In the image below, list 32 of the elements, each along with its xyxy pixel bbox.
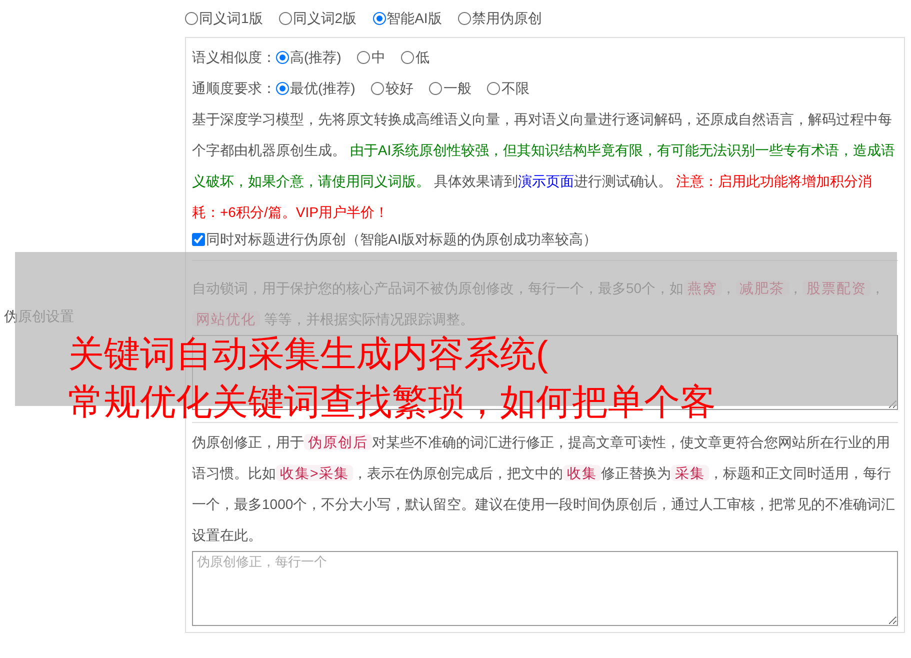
radio-button[interactable]	[372, 12, 386, 25]
radio-button[interactable]	[429, 82, 442, 95]
radio-button[interactable]	[357, 51, 370, 64]
banner-title-line: 常规优化关键词查找繁琐，如何把单个客	[68, 380, 716, 424]
radio-button[interactable]	[185, 12, 198, 25]
radio-button[interactable]	[276, 51, 289, 64]
option-label: 不限	[501, 79, 530, 98]
mode-option-label: 同义词1版	[199, 9, 263, 28]
checkbox-label: 同时对标题进行伪原创（智能AI版对标题的伪原创成功率较高）	[206, 230, 598, 248]
option-group-label: 语义相似度：	[192, 48, 276, 67]
radio-button[interactable]	[487, 82, 500, 95]
option-group-label: 通顺度要求：	[192, 79, 276, 98]
corrections-field[interactable]: 伪原创修正，每行一个	[192, 551, 898, 626]
radio-button[interactable]	[276, 82, 289, 95]
option-label: 一般	[443, 79, 472, 98]
ai-description: 基于深度学习模型，先将原文转换成高维语义向量，再对语义向量进行逐词解码，还原成自然语言，解码过程中每个字都由机器原创生成。 由于AI系统原创性较强，但其知识结构毕竟有限，有可能无法识别一些专有术语，造成语义破坏，如果介意，请使用同义词版。 具体效果请到演示页面进行测试确认。 注意：启用此功能将增加积分消耗：+6积分/篇。VIP用户半价！	[192, 110, 896, 222]
option-label: 中	[371, 48, 386, 67]
corrections-description: 伪原创修正，用于 伪原创后 对某些不准确的词汇进行修正，提高文章可读性，使文章更符合您网站所在行业的用语习惯。比如 收集>采集 ，表示在伪原创完成后，把文中的 收集 修正替换为 采集 ，标题和正文同时适用，每行一个，最多1000个，不分大小写，默认留空。建议在使用一段时间伪原创后，通过人工审核，把常见的不准确词汇设置在此。	[192, 433, 896, 545]
radio-button[interactable]	[278, 12, 292, 25]
mode-option-label: 智能AI版	[386, 9, 442, 28]
mode-option-label: 禁用伪原创	[472, 9, 542, 28]
option-label: 低	[415, 48, 430, 67]
title-checkbox[interactable]	[192, 232, 205, 246]
option-label: 较好	[385, 79, 414, 98]
radio-button[interactable]	[458, 12, 471, 25]
banner-title-line: 关键词自动采集生成内容系统(	[68, 332, 548, 376]
demo-page-link[interactable]: 演示页面	[518, 173, 574, 189]
option-label: 最优(推荐)	[290, 79, 356, 98]
option-label: 高(推荐)	[290, 48, 342, 67]
mode-option-label: 同义词2版	[292, 9, 357, 28]
radio-button[interactable]	[371, 82, 384, 95]
radio-button[interactable]	[401, 51, 414, 64]
